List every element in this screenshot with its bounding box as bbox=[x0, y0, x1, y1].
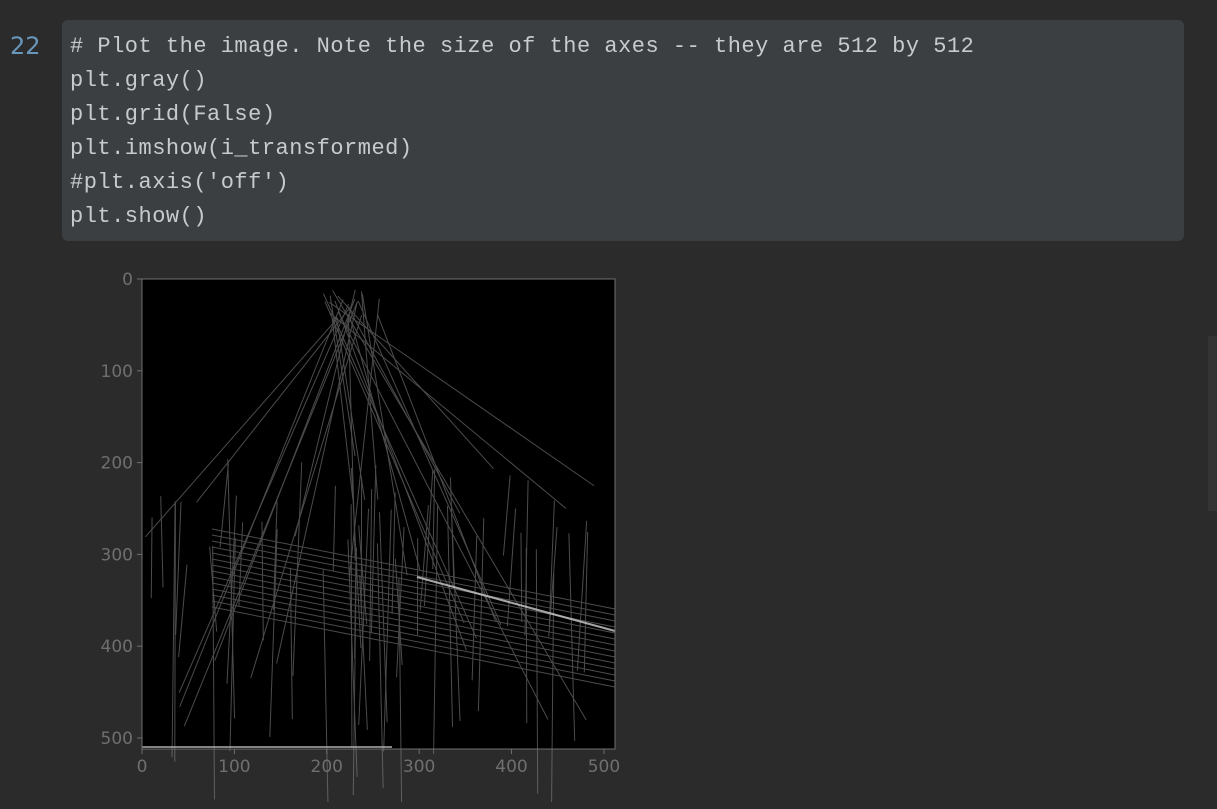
y-tick-label: 300 bbox=[101, 545, 133, 565]
x-tick-label: 300 bbox=[403, 757, 435, 777]
code-lines: # Plot the image. Note the size of the a… bbox=[70, 30, 974, 234]
x-tick-label: 0 bbox=[137, 757, 148, 777]
code-line[interactable]: # Plot the image. Note the size of the a… bbox=[70, 30, 974, 64]
code-line[interactable]: #plt.axis('off') bbox=[70, 166, 974, 200]
code-line[interactable]: plt.imshow(i_transformed) bbox=[70, 132, 974, 166]
cell-output: 0 100 200 300 400 500 0 100 200 300 400 500 bbox=[60, 262, 660, 809]
y-tick-label: 100 bbox=[101, 362, 133, 382]
code-cell[interactable]: 22 # Plot the image. Note the size of th… bbox=[0, 0, 1217, 260]
x-tick-label: 100 bbox=[218, 757, 250, 777]
scrollbar[interactable] bbox=[1208, 336, 1217, 511]
y-tick-label: 400 bbox=[101, 637, 133, 657]
code-line[interactable]: plt.grid(False) bbox=[70, 98, 974, 132]
image-background bbox=[142, 279, 615, 749]
y-tick-label: 200 bbox=[101, 454, 133, 474]
y-tick-label: 500 bbox=[101, 729, 133, 749]
x-tick-label: 200 bbox=[311, 757, 343, 777]
execution-count: 22 bbox=[10, 32, 41, 60]
image-edge bbox=[525, 548, 528, 724]
code-editor[interactable]: # Plot the image. Note the size of the a… bbox=[62, 20, 1184, 241]
y-tick-label: 0 bbox=[122, 270, 133, 290]
transformed-image bbox=[142, 279, 616, 809]
code-line[interactable]: plt.gray() bbox=[70, 64, 974, 98]
code-line[interactable]: plt.show() bbox=[70, 200, 974, 234]
image-plot: 0 100 200 300 400 5000100200300400500 bbox=[101, 270, 620, 809]
x-tick-label: 500 bbox=[588, 757, 620, 777]
x-tick-label: 400 bbox=[495, 757, 527, 777]
